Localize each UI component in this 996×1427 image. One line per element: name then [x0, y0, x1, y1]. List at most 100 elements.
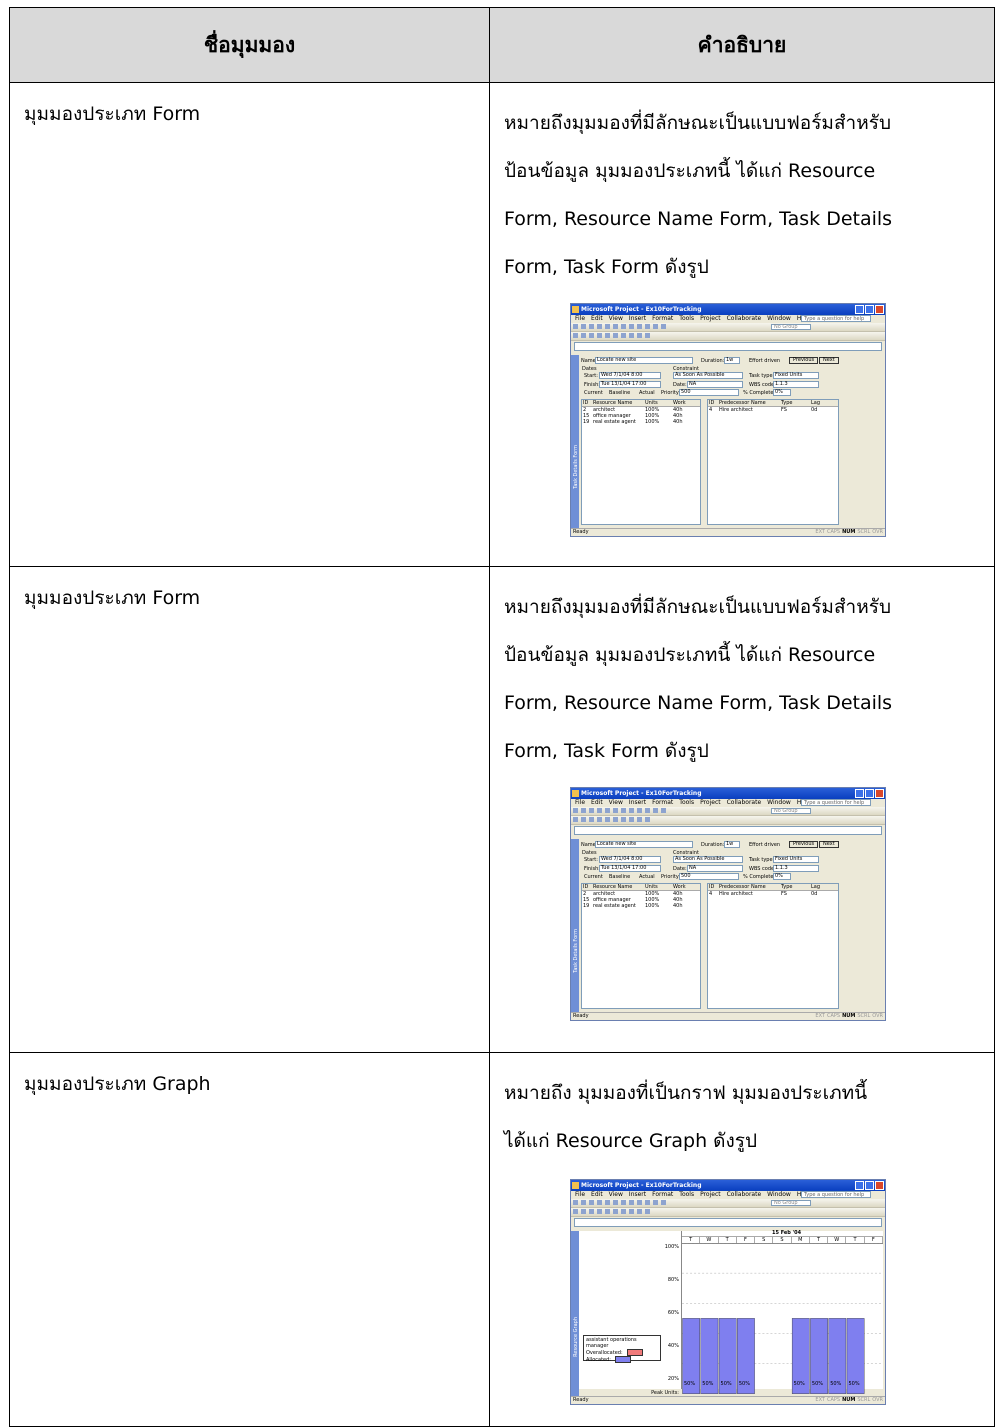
menu-edit[interactable]: Edit: [591, 799, 603, 807]
column-header[interactable]: Resource Name: [592, 400, 644, 406]
effort-driven-checkbox[interactable]: Effort driven: [749, 358, 780, 364]
menu-file[interactable]: File: [575, 1191, 585, 1199]
minimize-icon[interactable]: [855, 305, 864, 314]
menu-format[interactable]: Format: [652, 1191, 673, 1199]
priority-input[interactable]: 500: [679, 389, 739, 396]
task-type-select[interactable]: Fixed Units: [773, 372, 819, 379]
column-header[interactable]: Work: [672, 884, 696, 890]
menu-collaborate[interactable]: Collaborate: [727, 315, 762, 323]
menu-window[interactable]: Window: [767, 315, 791, 323]
menu-insert[interactable]: Insert: [629, 315, 646, 323]
current-radio[interactable]: Current: [584, 874, 603, 880]
group-select[interactable]: No Group: [771, 324, 811, 330]
actual-radio[interactable]: Actual: [639, 390, 655, 396]
column-header[interactable]: ID: [708, 400, 718, 406]
duration-input[interactable]: 1w: [724, 841, 740, 848]
menu-format[interactable]: Format: [652, 799, 673, 807]
menu-insert[interactable]: Insert: [629, 1191, 646, 1199]
constraint-date-input[interactable]: NA: [687, 381, 743, 388]
next-button[interactable]: Next: [819, 841, 839, 848]
task-type-select[interactable]: Fixed Units: [773, 856, 819, 863]
predecessor-grid[interactable]: ID Predecessor Name Type Lag 4 Hire architect…: [707, 399, 839, 525]
task-name-input[interactable]: Locate new site: [595, 357, 693, 364]
previous-button[interactable]: Previous: [789, 357, 819, 364]
baseline-radio[interactable]: Baseline: [609, 874, 630, 880]
column-header[interactable]: Work: [672, 400, 696, 406]
column-header[interactable]: Lag: [810, 884, 834, 890]
menu-project[interactable]: Project: [700, 799, 721, 807]
resource-grid[interactable]: ID Resource Name Units Work 2 architect 100% 40…: [581, 883, 701, 1009]
close-icon[interactable]: [875, 789, 884, 798]
actual-radio[interactable]: Actual: [639, 874, 655, 880]
menu-collaborate[interactable]: Collaborate: [727, 1191, 762, 1199]
start-input[interactable]: Wed 7/1/04 8:00: [599, 856, 661, 863]
next-button[interactable]: Next: [819, 357, 839, 364]
column-header[interactable]: ID: [582, 400, 592, 406]
complete-input[interactable]: 0%: [773, 389, 791, 396]
menu-file[interactable]: File: [575, 799, 585, 807]
maximize-icon[interactable]: [865, 305, 874, 314]
priority-input[interactable]: 500: [679, 873, 739, 880]
effort-driven-checkbox[interactable]: Effort driven: [749, 842, 780, 848]
current-radio[interactable]: Current: [584, 390, 603, 396]
group-select[interactable]: No Group: [771, 808, 811, 814]
predecessor-grid[interactable]: ID Predecessor Name Type Lag 4 Hire architect…: [707, 883, 839, 1009]
maximize-icon[interactable]: [865, 1181, 874, 1190]
minimize-icon[interactable]: [855, 1181, 864, 1190]
column-header[interactable]: ID: [708, 884, 718, 890]
constraint-select[interactable]: As Soon As Possible: [673, 856, 743, 863]
grid-row[interactable]: 4 Hire architect FS 0d: [708, 891, 838, 897]
previous-button[interactable]: Previous: [789, 841, 819, 848]
baseline-radio[interactable]: Baseline: [609, 390, 630, 396]
column-header[interactable]: Type: [780, 400, 810, 406]
column-header[interactable]: Predecessor Name: [718, 400, 780, 406]
menu-window[interactable]: Window: [767, 1191, 791, 1199]
menu-insert[interactable]: Insert: [629, 799, 646, 807]
group-select[interactable]: No Group: [771, 1200, 811, 1206]
menu-view[interactable]: View: [609, 799, 623, 807]
menu-tools[interactable]: Tools: [679, 799, 694, 807]
help-search-input[interactable]: Type a question for help: [801, 1191, 871, 1198]
help-search-input[interactable]: Type a question for help: [801, 799, 871, 806]
constraint-date-input[interactable]: NA: [687, 865, 743, 872]
entry-bar[interactable]: [574, 342, 882, 351]
menu-project[interactable]: Project: [700, 315, 721, 323]
menu-edit[interactable]: Edit: [591, 1191, 603, 1199]
complete-input[interactable]: 0%: [773, 873, 791, 880]
entry-bar[interactable]: [574, 1218, 882, 1227]
column-header[interactable]: Type: [780, 884, 810, 890]
menu-tools[interactable]: Tools: [679, 1191, 694, 1199]
menu-window[interactable]: Window: [767, 799, 791, 807]
menu-file[interactable]: File: [575, 315, 585, 323]
menu-view[interactable]: View: [609, 315, 623, 323]
column-header[interactable]: Units: [644, 884, 672, 890]
wbs-input[interactable]: 1.1.3: [773, 381, 819, 388]
close-icon[interactable]: [875, 1181, 884, 1190]
finish-input[interactable]: Tue 13/1/04 17:00: [599, 381, 661, 388]
column-header[interactable]: Units: [644, 400, 672, 406]
start-input[interactable]: Wed 7/1/04 8:00: [599, 372, 661, 379]
menu-edit[interactable]: Edit: [591, 315, 603, 323]
wbs-input[interactable]: 1.1.3: [773, 865, 819, 872]
resource-grid[interactable]: ID Resource Name Units Work 2 architect 100% 40…: [581, 399, 701, 525]
column-header[interactable]: Predecessor Name: [718, 884, 780, 890]
maximize-icon[interactable]: [865, 789, 874, 798]
menu-format[interactable]: Format: [652, 315, 673, 323]
minimize-icon[interactable]: [855, 789, 864, 798]
grid-row[interactable]: 19 real estate agent 100% 40h: [582, 419, 700, 425]
menu-tools[interactable]: Tools: [679, 315, 694, 323]
duration-input[interactable]: 1w: [724, 357, 740, 364]
grid-row[interactable]: 4 Hire architect FS 0d: [708, 407, 838, 413]
help-search-input[interactable]: Type a question for help: [801, 315, 871, 322]
menu-collaborate[interactable]: Collaborate: [727, 799, 762, 807]
menu-view[interactable]: View: [609, 1191, 623, 1199]
column-header[interactable]: ID: [582, 884, 592, 890]
menu-project[interactable]: Project: [700, 1191, 721, 1199]
grid-row[interactable]: 19 real estate agent 100% 40h: [582, 903, 700, 909]
entry-bar[interactable]: [574, 826, 882, 835]
task-name-input[interactable]: Locate new site: [595, 841, 693, 848]
column-header[interactable]: Resource Name: [592, 884, 644, 890]
close-icon[interactable]: [875, 305, 884, 314]
column-header[interactable]: Lag: [810, 400, 834, 406]
constraint-select[interactable]: As Soon As Possible: [673, 372, 743, 379]
